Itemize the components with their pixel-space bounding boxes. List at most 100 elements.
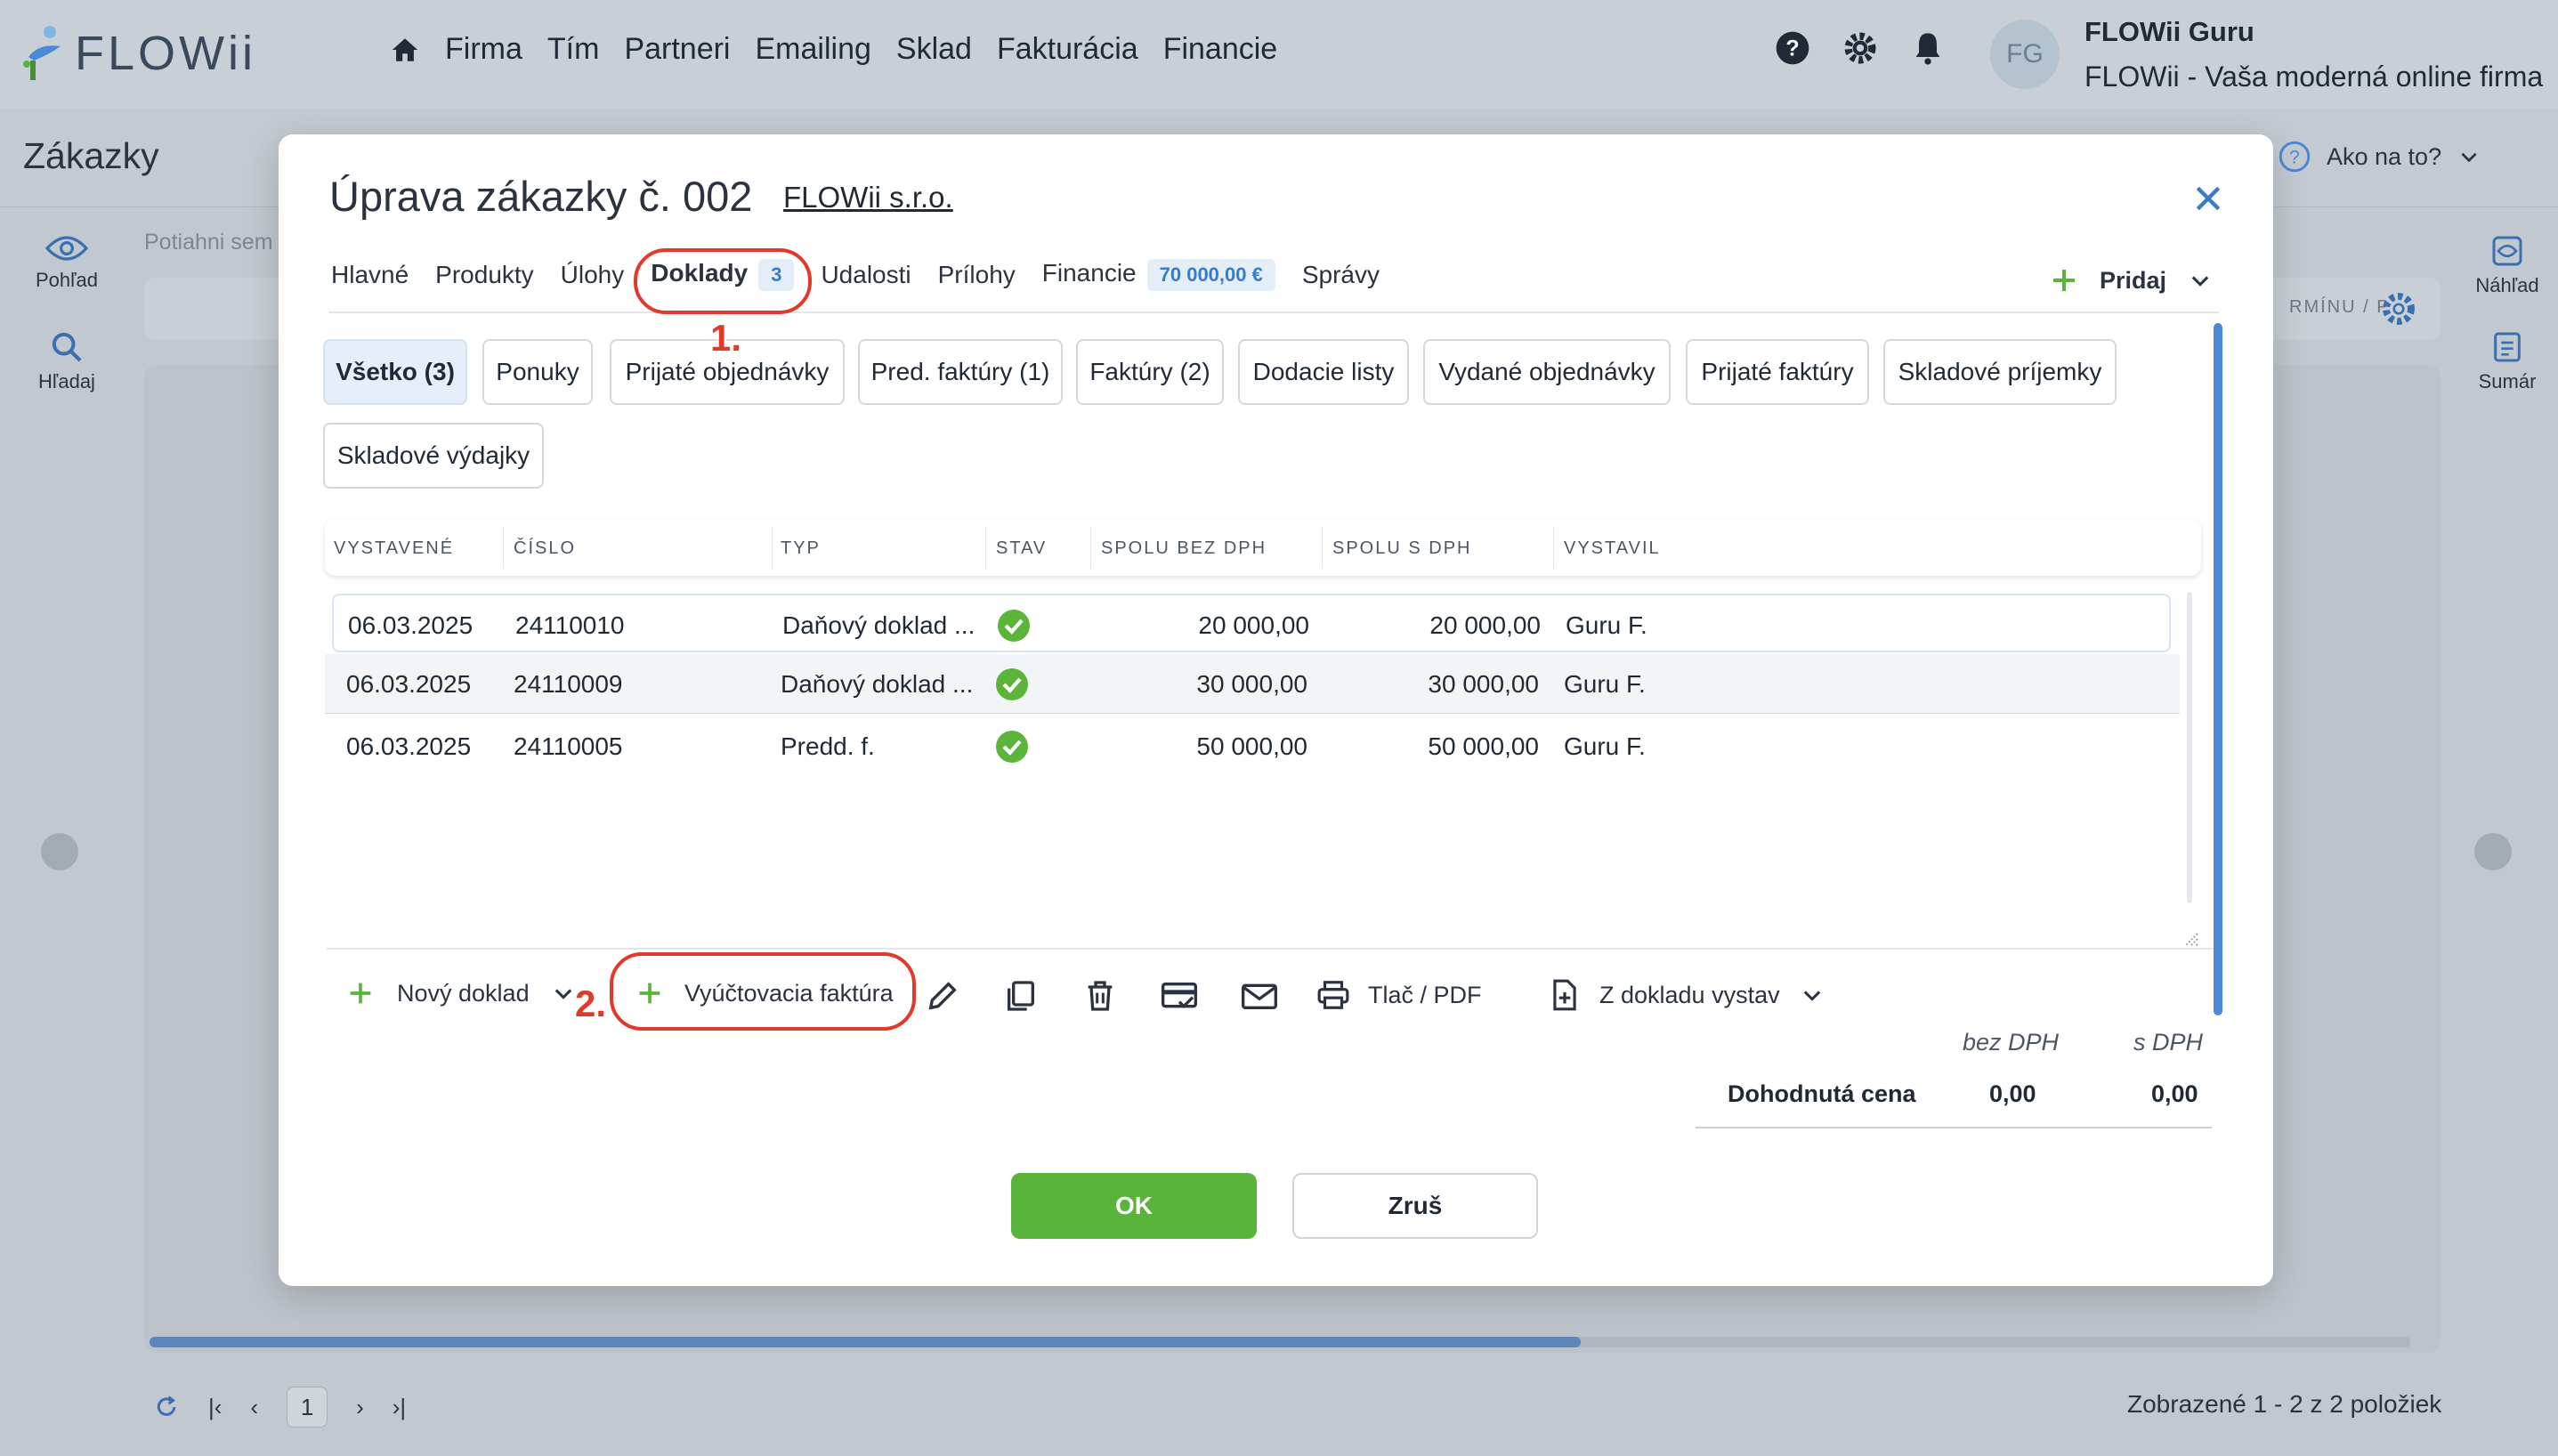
filter-delivery-notes[interactable]: Dodacie listy xyxy=(1238,339,1409,405)
filter-stock-issues[interactable]: Skladové výdajky xyxy=(323,423,544,489)
cell-issued-by: Guru F. xyxy=(1564,732,1646,760)
cell-issued-by: Guru F. xyxy=(1564,670,1646,698)
tab-produkty[interactable]: Produkty xyxy=(435,261,534,289)
edit-pencil-icon[interactable] xyxy=(925,978,960,1014)
resize-handle-icon[interactable] xyxy=(2182,930,2199,948)
table-header: VYSTAVENÉ ČÍSLO TYP STAV SPOLU BEZ DPH S… xyxy=(325,519,2201,576)
summary-button[interactable]: Sumár xyxy=(2457,329,2558,393)
dialog-vertical-scrollbar[interactable] xyxy=(2214,323,2222,1015)
column-header-issued[interactable]: VYSTAVENÉ xyxy=(334,538,454,559)
plus-icon xyxy=(350,983,371,1004)
preview-button[interactable]: Náhľad xyxy=(2457,233,2558,297)
avatar[interactable]: FG xyxy=(1990,20,2060,89)
filter-issued-orders[interactable]: Vydané objednávky xyxy=(1423,339,1671,405)
tab-financie[interactable]: Financie 70 000,00 € xyxy=(1042,259,1275,291)
refresh-icon[interactable] xyxy=(153,1394,180,1420)
user-company: FLOWii - Vaša moderná online firma xyxy=(2084,61,2544,93)
settings-icon[interactable] xyxy=(2380,290,2417,328)
agreed-price-without-vat: 0,00 xyxy=(1989,1080,2036,1107)
tab-spravy[interactable]: Správy xyxy=(1302,261,1380,289)
totals-header-without-vat: bez DPH xyxy=(1963,1029,2060,1056)
column-divider xyxy=(1090,526,1091,569)
main-nav: Firma Tím Partneri Emailing Sklad Faktur… xyxy=(390,32,1277,67)
column-divider xyxy=(772,526,773,569)
dialog-tabs: Hlavné Produkty Úlohy Doklady 3 Udalosti … xyxy=(331,259,1406,291)
new-document-button[interactable]: Nový doklad xyxy=(345,978,576,1008)
chevron-down-icon xyxy=(1803,991,1820,1001)
pager: |‹ ‹ 1 › ›| xyxy=(153,1387,406,1428)
tab-prilohy[interactable]: Prílohy xyxy=(938,261,1016,289)
app-logo[interactable]: FLOWii xyxy=(23,25,256,82)
view-button[interactable]: Pohľad xyxy=(0,233,134,292)
nav-item-firma[interactable]: Firma xyxy=(445,32,522,67)
tab-udalosti[interactable]: Udalosti xyxy=(821,261,911,289)
tab-hlavne[interactable]: Hlavné xyxy=(331,261,409,289)
horizontal-scrollbar-thumb[interactable] xyxy=(150,1337,1581,1347)
page-number[interactable]: 1 xyxy=(287,1387,328,1428)
column-header-type[interactable]: TYP xyxy=(781,538,821,559)
view-label: Pohľad xyxy=(35,269,99,291)
close-icon[interactable] xyxy=(2190,181,2226,216)
logo-text: FLOWii xyxy=(75,27,256,80)
filter-proforma-invoices[interactable]: Pred. faktúry (1) xyxy=(858,339,1063,405)
copy-icon[interactable] xyxy=(1003,978,1039,1014)
summary-label: Sumár xyxy=(2478,370,2537,392)
last-page-icon[interactable]: ›| xyxy=(393,1394,406,1421)
column-header-status[interactable]: STAV xyxy=(996,538,1047,559)
cell-type: Daňový doklad ... xyxy=(782,611,975,639)
nav-item-tim[interactable]: Tím xyxy=(547,32,600,67)
document-plus-icon xyxy=(1553,979,1576,1011)
bell-icon[interactable] xyxy=(1910,30,1946,66)
ok-button[interactable]: OK xyxy=(1011,1173,1257,1239)
nav-item-sklad[interactable]: Sklad xyxy=(896,32,972,67)
question-circle-icon: ? xyxy=(2279,141,2311,173)
cell-type: Daňový doklad ... xyxy=(781,670,974,698)
home-icon[interactable] xyxy=(390,35,420,65)
filter-received-invoices[interactable]: Prijaté faktúry xyxy=(1686,339,1869,405)
table-row[interactable]: 06.03.2025 24110005 Predd. f. 50 000,00 … xyxy=(325,716,2180,775)
column-header-total-with-vat[interactable]: SPOLU S DPH xyxy=(1332,538,1471,559)
column-header-issued-by[interactable]: VYSTAVIL xyxy=(1564,538,1661,559)
column-header-total-without-vat[interactable]: SPOLU BEZ DPH xyxy=(1101,538,1267,559)
email-icon[interactable] xyxy=(1240,978,1279,1014)
nav-item-fakturacia[interactable]: Fakturácia xyxy=(997,32,1138,67)
print-pdf-button[interactable]: Tlač / PDF xyxy=(1316,978,1482,1012)
next-page-icon[interactable]: › xyxy=(356,1394,364,1421)
table-vertical-scrollbar[interactable] xyxy=(2187,592,2192,903)
agreed-price-label: Dohodnutá cena xyxy=(1728,1080,1916,1107)
table-row[interactable]: 06.03.2025 24110010 Daňový doklad ... 20… xyxy=(332,594,2171,652)
tab-ulohy[interactable]: Úlohy xyxy=(561,261,625,289)
prev-page-icon[interactable]: ‹ xyxy=(250,1394,258,1421)
add-dropdown-button[interactable]: Pridaj xyxy=(2050,266,2213,295)
nav-item-financie[interactable]: Financie xyxy=(1163,32,1278,67)
column-header-number[interactable]: ČÍSLO xyxy=(514,538,576,559)
column-divider xyxy=(985,526,986,569)
filter-all[interactable]: Všetko (3) xyxy=(323,339,467,405)
filter-stock-receipts[interactable]: Skladové príjemky xyxy=(1883,339,2117,405)
collapse-right-icon[interactable] xyxy=(2474,833,2512,870)
step-1-label: 1. xyxy=(710,317,742,359)
status-ok-icon xyxy=(996,731,1028,763)
nav-item-emailing[interactable]: Emailing xyxy=(756,32,871,67)
user-info[interactable]: FLOWii Guru FLOWii - Vaša moderná online… xyxy=(2084,16,2543,93)
print-pdf-label: Tlač / PDF xyxy=(1368,981,1482,1008)
company-link[interactable]: FLOWii s.r.o. xyxy=(783,181,953,214)
cancel-button[interactable]: Zruš xyxy=(1292,1173,1538,1239)
help-icon[interactable]: ? xyxy=(1775,30,1810,66)
search-icon xyxy=(52,332,82,362)
create-from-document-button[interactable]: Z dokladu vystav xyxy=(1548,978,1825,1012)
payment-card-icon[interactable] xyxy=(1160,978,1199,1014)
help-link[interactable]: ? Ako na to? xyxy=(2279,141,2481,173)
table-row[interactable]: 06.03.2025 24110009 Daňový doklad ... 30… xyxy=(325,654,2180,714)
filter-invoices[interactable]: Faktúry (2) xyxy=(1076,339,1224,405)
tab-financie-amount-badge: 70 000,00 € xyxy=(1146,259,1275,291)
search-button[interactable]: Hľadaj xyxy=(0,329,134,393)
gear-icon[interactable] xyxy=(1842,30,1878,66)
filter-offers[interactable]: Ponuky xyxy=(482,339,593,405)
first-page-icon[interactable]: |‹ xyxy=(208,1394,222,1421)
collapse-left-icon[interactable] xyxy=(41,833,78,870)
nav-item-partneri[interactable]: Partneri xyxy=(624,32,730,67)
cell-number: 24110010 xyxy=(515,611,625,639)
cell-total-with-vat: 30 000,00 xyxy=(1428,670,1539,698)
trash-icon[interactable] xyxy=(1082,978,1118,1014)
